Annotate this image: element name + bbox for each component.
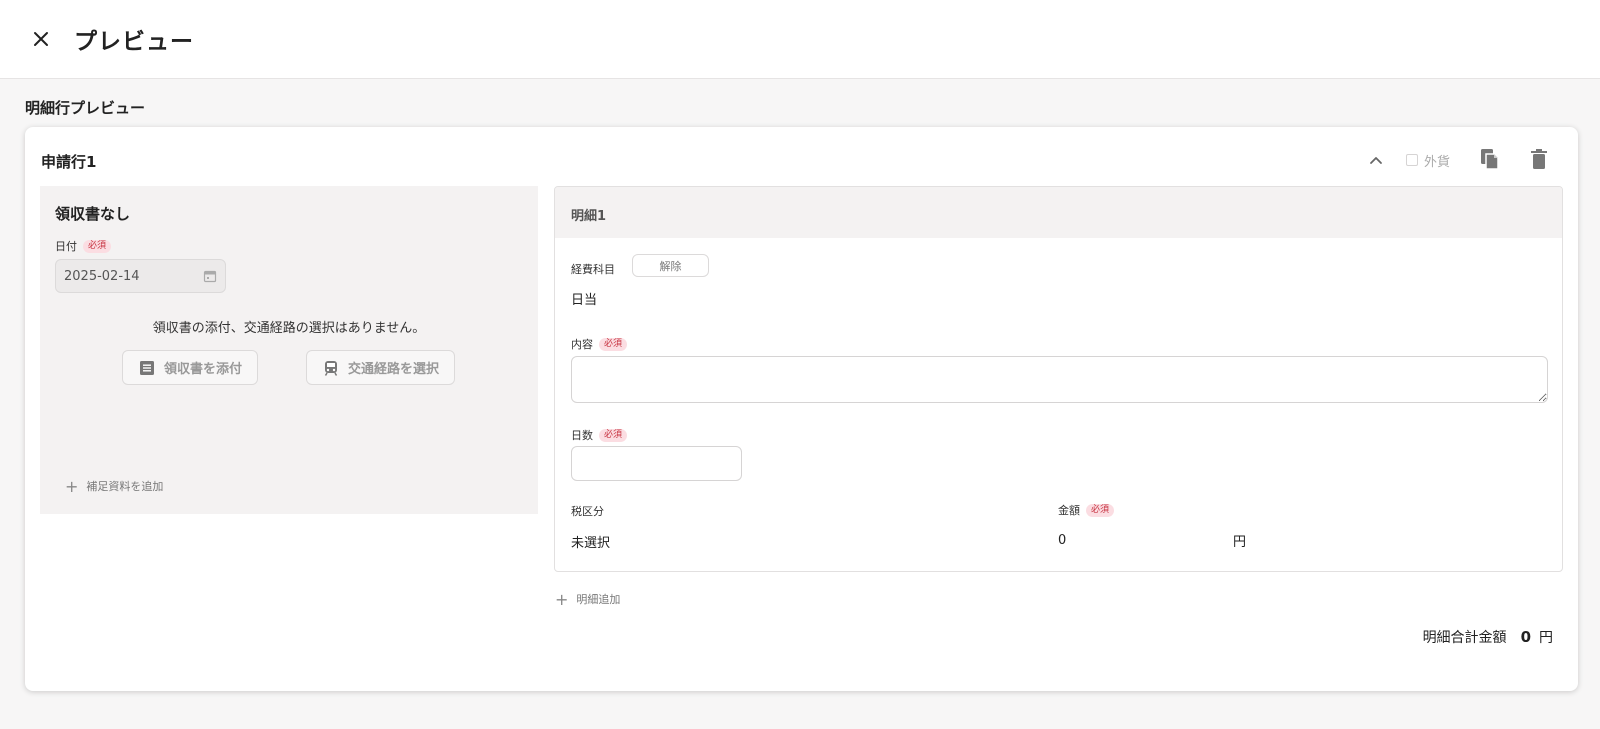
receipt-title: 領収書なし (55, 205, 131, 223)
attach-receipt-label: 領収書を添付 (163, 362, 242, 377)
close-icon (34, 32, 48, 46)
amount-label-text: 金額 (1058, 504, 1080, 517)
receipt-panel: 領収書なし 日付 必須 2025-02-14 領収書の添付、交通経路の選択はあり… (40, 186, 538, 514)
required-badge: 必須 (83, 239, 112, 253)
amount-unit: 円 (1233, 535, 1247, 550)
total-unit: 円 (1539, 630, 1553, 646)
account-label: 経費科目 (571, 263, 615, 276)
date-label: 日付 必須 (55, 238, 112, 254)
collapse-button[interactable] (1364, 149, 1388, 173)
no-attachment-text: 領収書の添付、交通経路の選択はありません。 (152, 321, 426, 336)
attach-receipt-button[interactable]: 領収書を添付 (122, 350, 258, 385)
days-label: 日数 必須 (571, 427, 628, 443)
chevron-up-icon (1370, 157, 1382, 164)
foreign-currency-label: 外貨 (1424, 154, 1451, 170)
add-detail-label: 明細追加 (576, 593, 621, 606)
calendar-icon (203, 270, 217, 283)
delete-button[interactable] (1525, 145, 1553, 173)
header: プレビュー (0, 0, 1600, 79)
add-supplement-button[interactable]: + 補足資料を追加 (65, 478, 163, 494)
amount-value[interactable]: 0 (1058, 533, 1066, 548)
detail-header: 明細1 (555, 187, 1562, 238)
required-badge: 必須 (599, 428, 628, 442)
content-input[interactable] (571, 356, 1548, 403)
tax-label: 税区分 (571, 505, 604, 518)
trash-icon (1531, 149, 1547, 169)
plus-icon: + (65, 476, 79, 496)
plus-icon: + (555, 589, 569, 609)
amount-label: 金額 必須 (1058, 502, 1115, 518)
copy-button[interactable] (1476, 145, 1504, 173)
foreign-currency-checkbox[interactable] (1406, 154, 1418, 166)
select-route-label: 交通経路を選択 (347, 362, 439, 377)
close-button[interactable] (26, 24, 56, 54)
section-title: 明細行プレビュー (25, 99, 146, 117)
days-input[interactable] (571, 446, 742, 481)
total-value: 0 (1520, 628, 1531, 646)
clear-account-button[interactable]: 解除 (632, 254, 709, 277)
line-card: 申請行1 外貨 領収書なし 日付 必須 2025-02-14 領収書の添付、交通… (25, 127, 1578, 691)
foreign-currency-toggle[interactable]: 外貨 (1406, 149, 1450, 171)
detail-title: 明細1 (571, 209, 607, 224)
account-value: 日当 (571, 293, 598, 308)
train-icon (324, 360, 338, 376)
tax-select[interactable]: 未選択 (571, 532, 610, 551)
receipt-icon (139, 360, 154, 375)
total-label: 明細合計金額 (1422, 630, 1507, 646)
days-label-text: 日数 (571, 429, 593, 442)
total-amount: 明細合計金額 0 円 (1423, 627, 1553, 647)
detail-panel: 明細1 経費科目 解除 日当 内容 必須 日数 必須 税区分 未選択 金額 必須… (554, 186, 1563, 572)
required-badge: 必須 (599, 337, 628, 351)
content-label: 内容 必須 (571, 336, 628, 352)
page-title: プレビュー (74, 29, 194, 55)
copy-icon (1481, 149, 1499, 170)
date-value: 2025-02-14 (64, 268, 140, 284)
select-route-button[interactable]: 交通経路を選択 (306, 350, 455, 385)
content-label-text: 内容 (571, 338, 593, 351)
date-label-text: 日付 (55, 240, 77, 253)
line-title: 申請行1 (41, 153, 97, 171)
add-detail-button[interactable]: + 明細追加 (555, 591, 620, 607)
required-badge: 必須 (1086, 503, 1115, 517)
add-supplement-label: 補足資料を追加 (86, 480, 164, 493)
date-field[interactable]: 2025-02-14 (55, 259, 226, 293)
